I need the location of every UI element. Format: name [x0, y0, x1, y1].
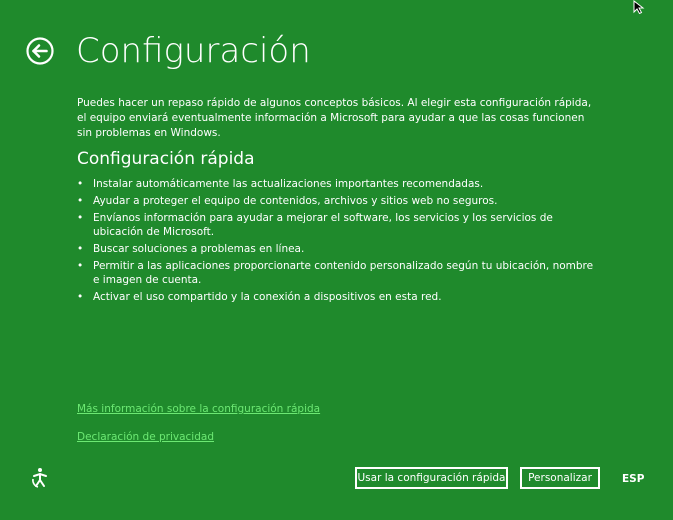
list-item-text: Buscar soluciones a problemas en línea.	[93, 243, 305, 255]
list-item: • Ayudar a proteger el equipo de contenid…	[77, 194, 597, 208]
section-title: Configuración rápida	[77, 149, 255, 169]
use-express-settings-button[interactable]: Usar la configuración rápida	[355, 467, 508, 489]
bullet: •	[77, 291, 84, 303]
list-item: • Envíanos información para ayudar a mejo…	[77, 211, 597, 239]
list-item-text: Ayudar a proteger el equipo de contenido…	[93, 195, 498, 207]
list-item-text: Instalar automáticamente las actualizaci…	[93, 178, 484, 190]
back-arrow-icon	[32, 44, 48, 58]
bullet: •	[77, 178, 84, 190]
list-item: • Buscar soluciones a problemas en línea.	[77, 242, 597, 256]
customize-button[interactable]: Personalizar	[520, 467, 600, 489]
bullet: •	[77, 260, 84, 272]
intro-text: Puedes hacer un repaso rápido de algunos…	[77, 97, 592, 139]
language-indicator[interactable]: ESP	[622, 472, 644, 486]
list-item-text: Activar el uso compartido y la conexión …	[93, 291, 442, 303]
page-title: Configuración	[76, 31, 311, 71]
list-item: • Activar el uso compartido y la conexión…	[77, 290, 597, 304]
list-item: • Permitir a las aplicaciones proporciona…	[77, 259, 597, 287]
bullet: •	[77, 212, 84, 224]
bullet: •	[77, 195, 84, 207]
bullet: •	[77, 243, 84, 255]
back-button[interactable]	[26, 37, 54, 65]
list-item-text: Permitir a las aplicaciones proporcionar…	[93, 260, 594, 286]
more-info-link[interactable]: Más información sobre la configuración r…	[77, 402, 320, 416]
mouse-cursor-icon	[633, 0, 645, 14]
settings-list: • Instalar automáticamente las actualizac…	[77, 177, 597, 307]
privacy-statement-link[interactable]: Declaración de privacidad	[77, 430, 214, 444]
list-item-text: Envíanos información para ayudar a mejor…	[93, 212, 553, 238]
ease-of-access-icon[interactable]	[30, 467, 50, 489]
list-item: • Instalar automáticamente las actualizac…	[77, 177, 597, 191]
